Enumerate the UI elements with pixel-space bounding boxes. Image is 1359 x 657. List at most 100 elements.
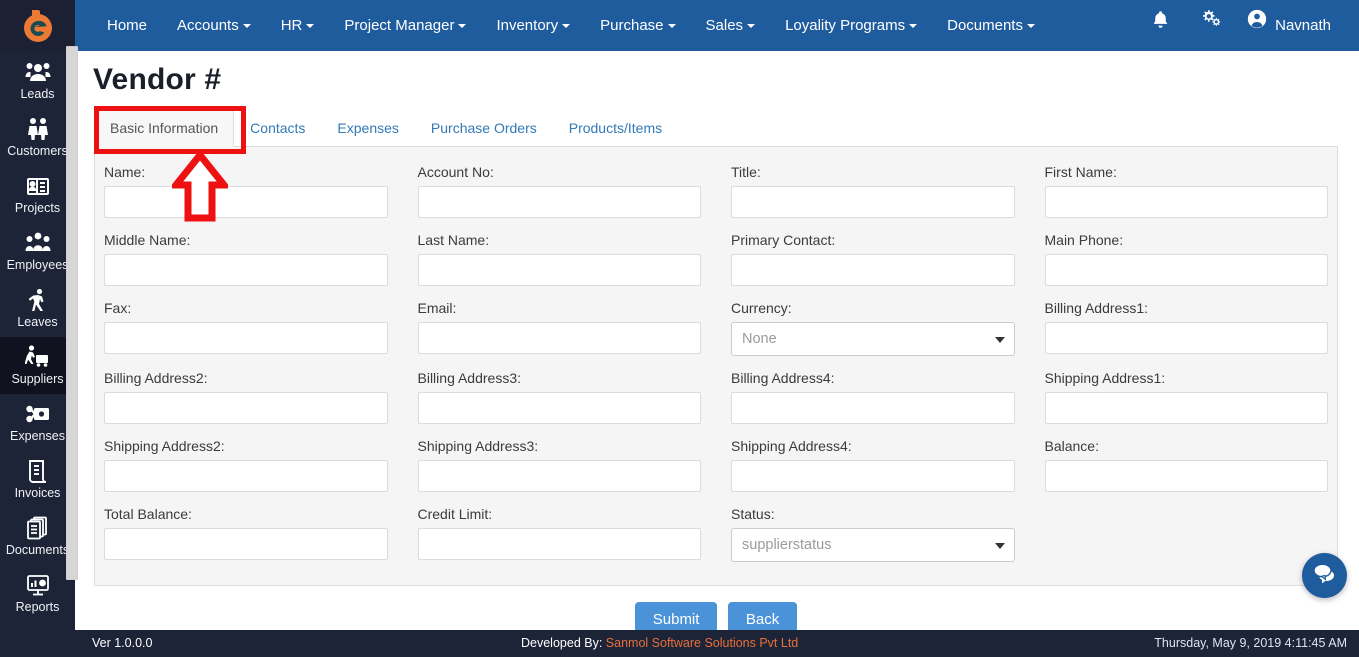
first-name-input[interactable] bbox=[1044, 186, 1328, 218]
total-balance-input[interactable] bbox=[104, 528, 388, 560]
footer-bar: Ver 1.0.0.0 Developed By: Sanmol Softwar… bbox=[0, 630, 1359, 657]
field-shipping-address2: Shipping Address2: bbox=[104, 431, 388, 499]
billing-address4-input[interactable] bbox=[731, 392, 1015, 424]
field-label: Last Name: bbox=[417, 232, 490, 248]
sidebar-item-leaves[interactable]: Leaves bbox=[0, 280, 75, 337]
shipping-address1-input[interactable] bbox=[1044, 392, 1328, 424]
field-balance: Balance: bbox=[1044, 431, 1328, 499]
submit-button[interactable]: Submit bbox=[634, 602, 718, 630]
navbar-menu: Home Accounts HR Project Manager Invento… bbox=[75, 0, 1050, 51]
footer-company-link[interactable]: Sanmol Software Solutions Pvt Ltd bbox=[606, 636, 798, 650]
field-total-balance: Total Balance: bbox=[104, 499, 388, 569]
field-main-phone: Main Phone: bbox=[1044, 225, 1328, 293]
sidebar-item-label: Employees bbox=[6, 258, 69, 272]
nav-item-accounts[interactable]: Accounts bbox=[162, 0, 266, 51]
expenses-icon bbox=[0, 400, 75, 428]
form-actions: Submit Back bbox=[94, 602, 1338, 630]
status-select[interactable]: supplierstatus bbox=[731, 528, 1015, 562]
status-select-wrap: supplierstatus bbox=[731, 528, 1015, 562]
credit-limit-input[interactable] bbox=[417, 528, 701, 560]
sidebar-item-employees[interactable]: Employees bbox=[0, 223, 75, 280]
nav-item-label: Documents bbox=[947, 17, 1023, 34]
sidebar-item-label: Invoices bbox=[14, 486, 61, 500]
name-input[interactable] bbox=[104, 186, 388, 218]
field-billing-address4: Billing Address4: bbox=[731, 363, 1015, 431]
nav-item-inventory[interactable]: Inventory bbox=[481, 0, 585, 51]
shipping-address2-input[interactable] bbox=[104, 460, 388, 492]
app-root: Leads Customers Projects Employees Leave… bbox=[0, 0, 1359, 657]
billing-address2-input[interactable] bbox=[104, 392, 388, 424]
tab-purchase-orders[interactable]: Purchase Orders bbox=[415, 109, 553, 147]
sidebar-item-reports[interactable]: Reports bbox=[0, 565, 75, 622]
billing-address1-input[interactable] bbox=[1044, 322, 1328, 354]
field-billing-address1: Billing Address1: bbox=[1044, 293, 1328, 363]
user-circle-icon bbox=[1246, 0, 1268, 51]
field-label: Title: bbox=[731, 164, 761, 180]
main-phone-input[interactable] bbox=[1044, 254, 1328, 286]
field-label: Email: bbox=[417, 300, 457, 316]
balance-input[interactable] bbox=[1044, 460, 1328, 492]
sidebar-item-label: Customers bbox=[7, 144, 68, 158]
tab-products-items[interactable]: Products/Items bbox=[553, 109, 678, 147]
back-button[interactable]: Back bbox=[727, 602, 798, 630]
primary-contact-input[interactable] bbox=[731, 254, 1015, 286]
sidebar-item-invoices[interactable]: Invoices bbox=[0, 451, 75, 508]
nav-item-label: Project Manager bbox=[344, 17, 455, 34]
field-billing-address2: Billing Address2: bbox=[104, 363, 388, 431]
suppliers-icon bbox=[0, 343, 75, 371]
tab-basic-information[interactable]: Basic Information bbox=[94, 109, 235, 147]
nav-item-label: Inventory bbox=[496, 17, 559, 34]
projects-icon bbox=[0, 172, 75, 200]
billing-address3-input[interactable] bbox=[417, 392, 701, 424]
nav-item-home[interactable]: Home bbox=[92, 0, 162, 51]
notifications-button[interactable] bbox=[1136, 0, 1185, 51]
tab-label: Contacts bbox=[250, 120, 306, 136]
tab-expenses[interactable]: Expenses bbox=[321, 109, 414, 147]
tab-contacts[interactable]: Contacts bbox=[234, 109, 321, 147]
nav-item-hr[interactable]: HR bbox=[266, 0, 330, 51]
sidebar-item-customers[interactable]: Customers bbox=[0, 109, 75, 166]
fax-input[interactable] bbox=[104, 322, 388, 354]
field-label: Status: bbox=[731, 506, 775, 522]
sidebar-item-leads[interactable]: Leads bbox=[0, 52, 75, 109]
tab-label: Products/Items bbox=[568, 120, 663, 136]
sidebar-item-label: Documents bbox=[5, 543, 70, 557]
sidebar-item-documents[interactable]: Documents bbox=[0, 508, 75, 565]
sidebar-item-expenses[interactable]: Expenses bbox=[0, 394, 75, 451]
app-logo[interactable] bbox=[0, 0, 75, 52]
last-name-input[interactable] bbox=[417, 254, 701, 286]
tab-label: Expenses bbox=[337, 120, 399, 136]
field-label: Billing Address4: bbox=[731, 370, 835, 386]
footer-datetime: Thursday, May 9, 2019 4:11:45 AM bbox=[1154, 636, 1347, 650]
leads-icon bbox=[0, 58, 75, 86]
nav-item-loyality-programs[interactable]: Loyality Programs bbox=[770, 0, 932, 51]
nav-item-documents[interactable]: Documents bbox=[932, 0, 1050, 51]
field-shipping-address4: Shipping Address4: bbox=[731, 431, 1015, 499]
shipping-address3-input[interactable] bbox=[417, 460, 701, 492]
title-input[interactable] bbox=[731, 186, 1015, 218]
sidebar: Leads Customers Projects Employees Leave… bbox=[0, 0, 75, 657]
currency-select[interactable]: None bbox=[731, 322, 1015, 356]
field-label: Balance: bbox=[1044, 438, 1099, 454]
field-shipping-address1: Shipping Address1: bbox=[1044, 363, 1328, 431]
account-no-input[interactable] bbox=[417, 186, 701, 218]
chat-button[interactable] bbox=[1302, 553, 1347, 598]
email-input[interactable] bbox=[417, 322, 701, 354]
nav-item-sales[interactable]: Sales bbox=[691, 0, 771, 51]
nav-item-purchase[interactable]: Purchase bbox=[585, 0, 690, 51]
bell-icon bbox=[1150, 0, 1171, 51]
sidebar-scrollbar[interactable] bbox=[66, 46, 78, 580]
field-label: Billing Address2: bbox=[104, 370, 208, 386]
field-label: Account No: bbox=[417, 164, 494, 180]
middle-name-input[interactable] bbox=[104, 254, 388, 286]
invoices-icon bbox=[0, 457, 75, 485]
nav-item-project-manager[interactable]: Project Manager bbox=[329, 0, 481, 51]
user-menu-button[interactable]: Navnath bbox=[1236, 0, 1339, 51]
nav-item-label: Sales bbox=[705, 17, 744, 34]
sidebar-item-suppliers[interactable]: Suppliers bbox=[0, 337, 75, 394]
settings-button[interactable] bbox=[1185, 0, 1236, 51]
sidebar-nav-list: Leads Customers Projects Employees Leave… bbox=[0, 52, 75, 657]
chevron-down-icon bbox=[458, 24, 467, 29]
sidebar-item-projects[interactable]: Projects bbox=[0, 166, 75, 223]
shipping-address4-input[interactable] bbox=[731, 460, 1015, 492]
